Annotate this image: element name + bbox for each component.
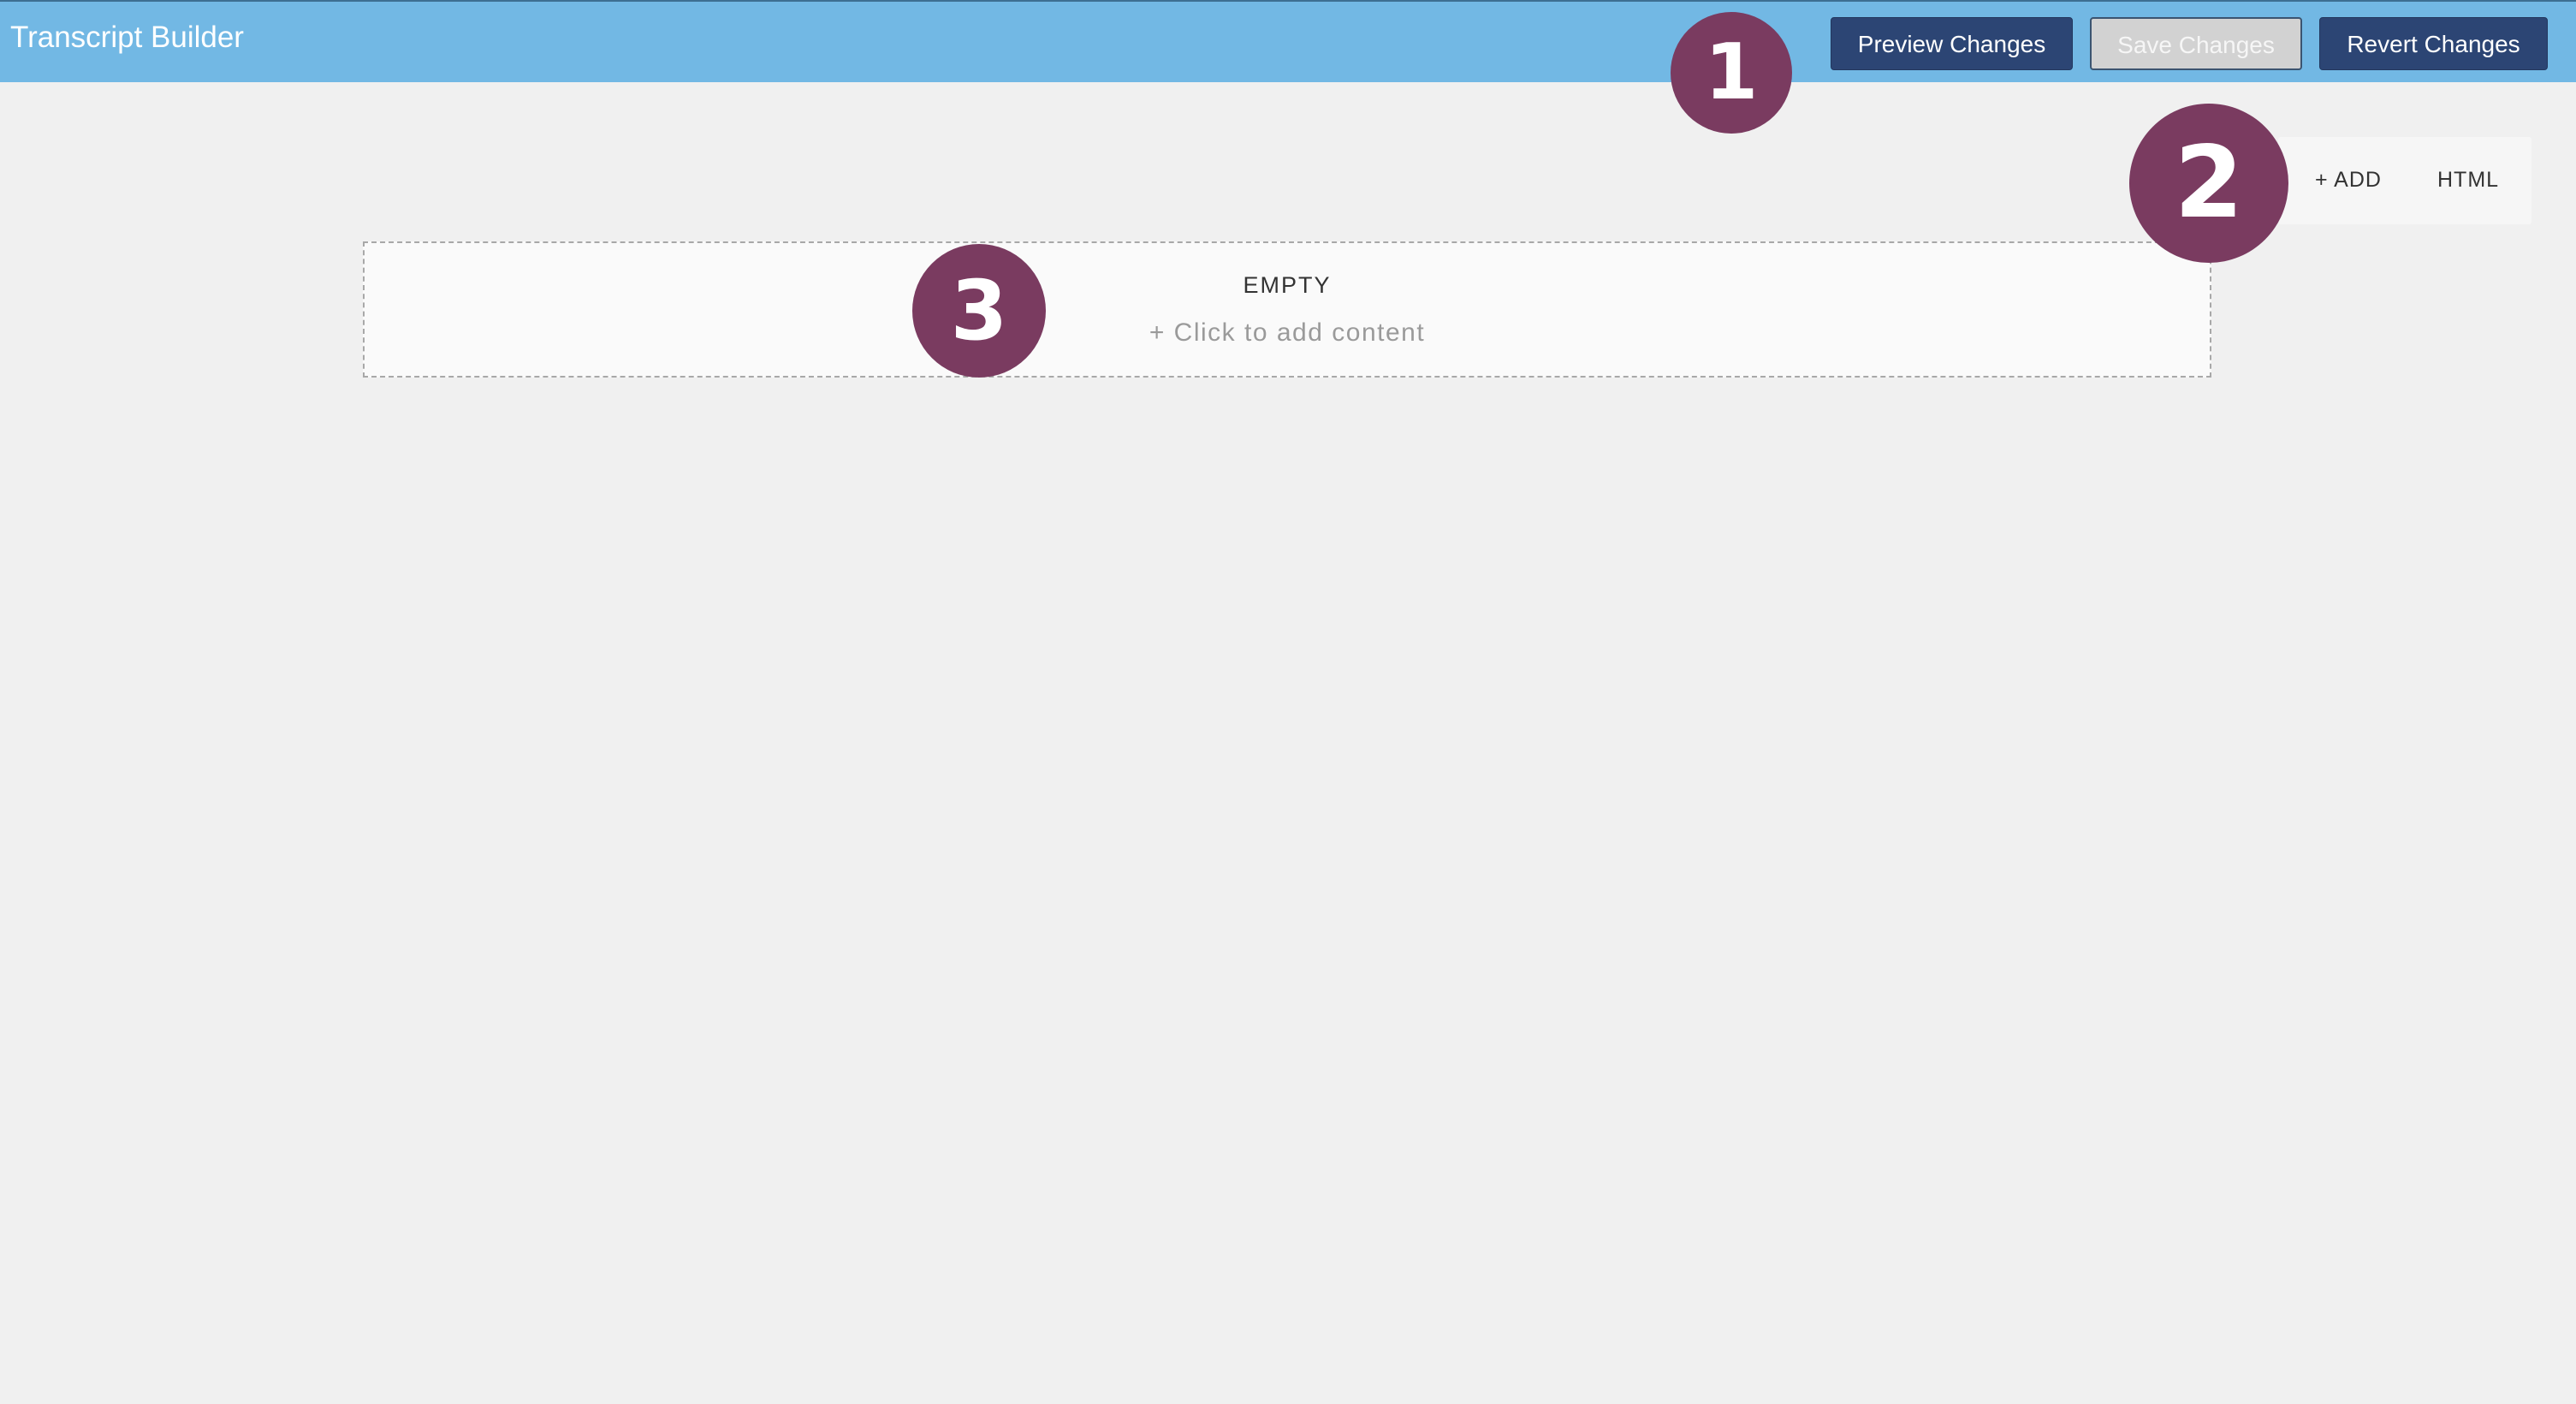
annotation-badge-3: 3 — [912, 244, 1046, 378]
annotation-badge-2: 2 — [2129, 104, 2288, 263]
add-content-link[interactable]: + Click to add content — [365, 320, 2210, 346]
app-header: Transcript Builder Preview Changes Save … — [0, 0, 2576, 82]
empty-label: EMPTY — [1243, 272, 1332, 298]
save-changes-button[interactable]: Save Changes — [2090, 17, 2302, 70]
preview-changes-button[interactable]: Preview Changes — [1831, 17, 2073, 70]
html-button[interactable]: HTML — [2437, 170, 2499, 191]
app-title: Transcript Builder — [10, 21, 244, 54]
empty-content-area[interactable]: EMPTY + Click to add content — [363, 241, 2211, 378]
add-button[interactable]: + ADD — [2315, 170, 2382, 191]
annotation-badge-1: 1 — [1671, 12, 1792, 134]
revert-changes-button[interactable]: Revert Changes — [2319, 17, 2548, 70]
